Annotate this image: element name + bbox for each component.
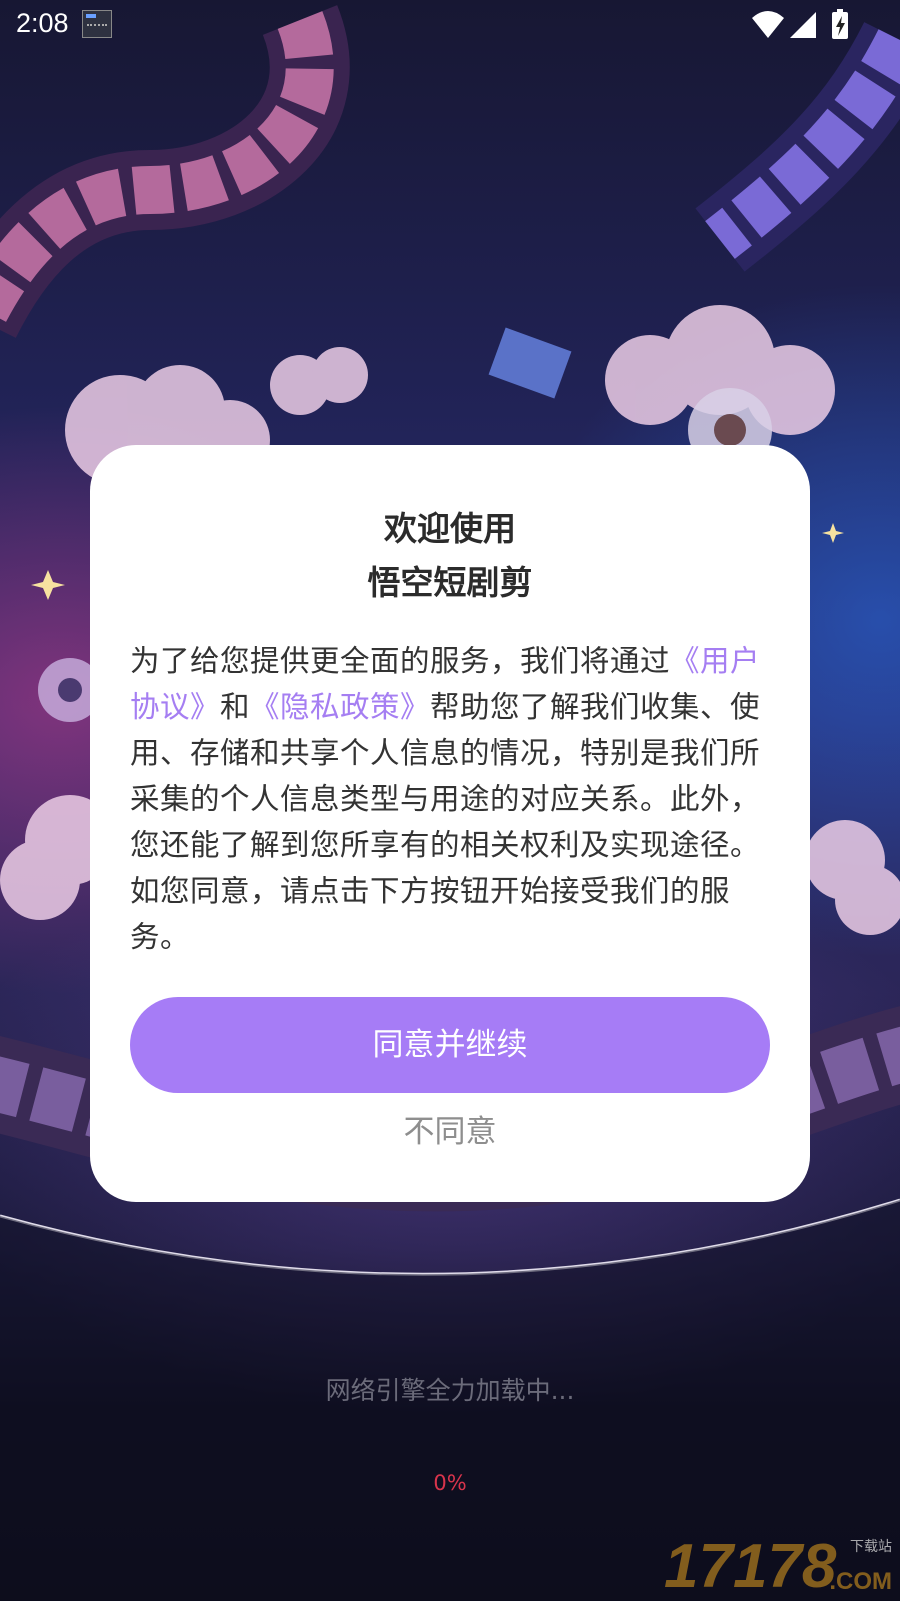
dialog-body-text: 为了给您提供更全面的服务，我们将通过《用户协议》和《隐私政策》帮助您了解我们收集…: [130, 638, 770, 960]
watermark-small-text: 下载站: [850, 1539, 892, 1555]
system-status-icons: [752, 9, 848, 39]
loading-progress-percent: 0%: [433, 1471, 467, 1495]
watermark-domain: .COM: [829, 1568, 892, 1595]
watermark-number: 17178: [664, 1532, 837, 1601]
status-bar: 2:08: [0, 0, 900, 48]
body-text-connector: 和: [220, 690, 251, 724]
watermark-logo: 17178 下载站 .COM: [664, 1536, 892, 1598]
body-text-details: 帮助您了解我们收集、使用、存储和共享个人信息的情况，特别是我们所采集的个人信息类…: [130, 690, 761, 954]
dialog-title-app-name: 悟空短剧剪: [367, 563, 533, 602]
signal-icon: [790, 12, 816, 38]
status-time: 2:08: [16, 8, 69, 38]
disagree-button[interactable]: 不同意: [330, 1108, 570, 1156]
loading-status-text: 网络引擎全力加载中...: [325, 1376, 575, 1405]
agree-continue-button[interactable]: 同意并继续: [130, 997, 770, 1093]
battery-charging-icon: [832, 9, 848, 39]
body-text-intro: 为了给您提供更全面的服务，我们将通过: [130, 644, 671, 678]
privacy-policy-link[interactable]: 《隐私政策》: [250, 690, 430, 724]
dialog-title-welcome: 欢迎使用: [384, 509, 516, 548]
notification-icon: [82, 10, 112, 38]
wifi-icon: [752, 11, 784, 38]
